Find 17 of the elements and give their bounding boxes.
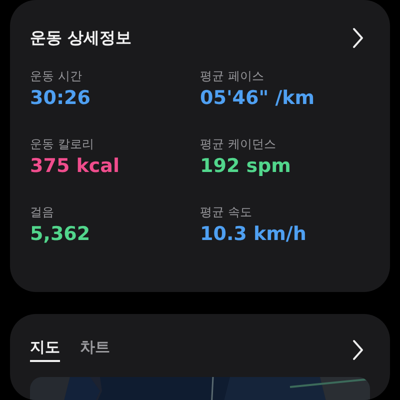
metric-label: 평균 속도 bbox=[200, 204, 253, 221]
metric-label: 운동 시간 bbox=[30, 68, 83, 85]
chevron-right-icon[interactable] bbox=[352, 339, 364, 361]
metric-value: 05'46" /km bbox=[200, 86, 316, 111]
metric-value: 375 kcal bbox=[30, 154, 121, 179]
section-title: 운동 상세정보 bbox=[30, 28, 132, 48]
metric-value: 5,362 bbox=[30, 222, 92, 247]
tab[interactable]: 지도 bbox=[30, 338, 60, 362]
chevron-right-icon[interactable] bbox=[352, 27, 364, 49]
metric-label: 걸음 bbox=[30, 204, 55, 221]
metric-value: 192 spm bbox=[200, 154, 292, 179]
metric-label: 평균 케이던스 bbox=[200, 136, 277, 153]
metric-value: 10.3 km/h bbox=[200, 222, 308, 247]
metric-label: 운동 칼로리 bbox=[30, 136, 95, 153]
metric-value: 30:26 bbox=[30, 86, 92, 111]
tab[interactable]: 차트 bbox=[80, 338, 110, 362]
metric-label: 평균 페이스 bbox=[200, 68, 265, 85]
